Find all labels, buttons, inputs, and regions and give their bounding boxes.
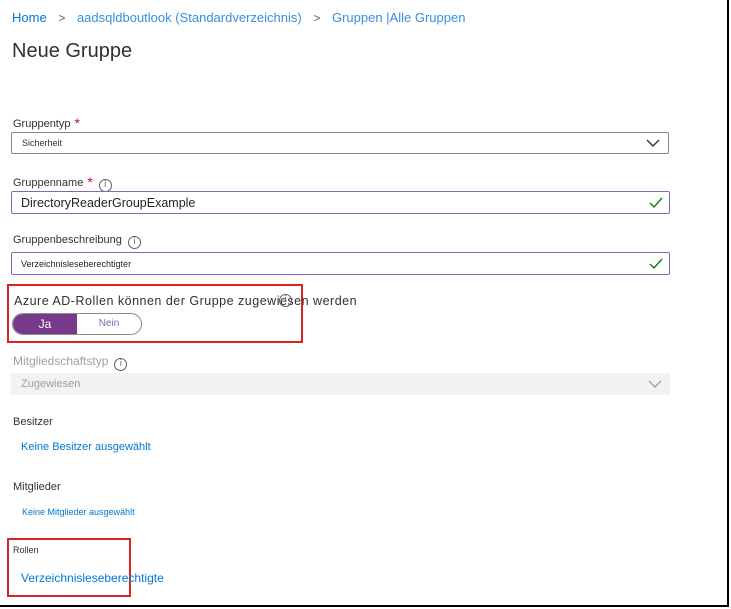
owners-link[interactable]: Keine Besitzer ausgewählt: [21, 441, 151, 453]
membership-type-label: Mitgliedschaftstyp i: [13, 354, 128, 371]
roles-link[interactable]: Verzeichnisleseberechtigte: [21, 571, 164, 585]
info-icon[interactable]: i: [114, 358, 128, 371]
breadcrumb-groups[interactable]: Gruppen |Alle Gruppen: [332, 10, 465, 25]
group-description-label: Gruppenbeschreibung i: [13, 234, 141, 249]
checkmark-icon: [649, 197, 663, 209]
membership-type-select: Zugewiesen: [11, 373, 670, 395]
owners-label: Besitzer: [13, 416, 53, 428]
chevron-down-icon: [648, 380, 662, 388]
members-link[interactable]: Keine Mitglieder ausgewählt: [22, 507, 135, 517]
checkmark-icon: [649, 258, 663, 270]
breadcrumb-home[interactable]: Home: [12, 10, 47, 25]
page-title: Neue Gruppe: [12, 40, 133, 62]
group-type-select[interactable]: Sicherheit: [11, 132, 669, 154]
group-name-input[interactable]: DirectoryReaderGroupExample: [11, 191, 670, 214]
group-description-value: Verzeichnisleseberechtigter: [21, 259, 132, 269]
group-type-value: Sicherheit: [22, 138, 63, 148]
breadcrumb-separator: >: [313, 11, 321, 25]
required-marker: *: [87, 174, 93, 190]
group-name-value: DirectoryReaderGroupExample: [21, 196, 196, 210]
group-type-label: Gruppentyp *: [13, 115, 80, 131]
toggle-option-yes[interactable]: Ja: [13, 314, 77, 334]
azure-ad-roles-label: Azure AD-Rollen können der Gruppe zugewi…: [14, 294, 358, 308]
new-group-panel: Home > aadsqldboutlook (Standardverzeich…: [0, 0, 729, 607]
breadcrumb-separator: >: [58, 11, 66, 25]
roles-label: Rollen: [13, 545, 39, 555]
toggle-option-no[interactable]: Nein: [77, 314, 141, 334]
group-name-label: Gruppenname * i: [13, 173, 112, 192]
azure-ad-roles-toggle[interactable]: Ja Nein: [12, 313, 142, 335]
required-marker: *: [74, 115, 80, 131]
chevron-down-icon: [646, 139, 660, 147]
membership-type-value: Zugewiesen: [21, 378, 81, 390]
breadcrumb-directory[interactable]: aadsqldboutlook (Standardverzeichnis): [77, 10, 302, 25]
members-label: Mitglieder: [13, 481, 61, 493]
breadcrumb: Home > aadsqldboutlook (Standardverzeich…: [12, 10, 465, 25]
group-description-input[interactable]: Verzeichnisleseberechtigter: [11, 252, 670, 275]
info-icon[interactable]: i: [279, 294, 292, 307]
info-icon[interactable]: i: [127, 236, 141, 249]
